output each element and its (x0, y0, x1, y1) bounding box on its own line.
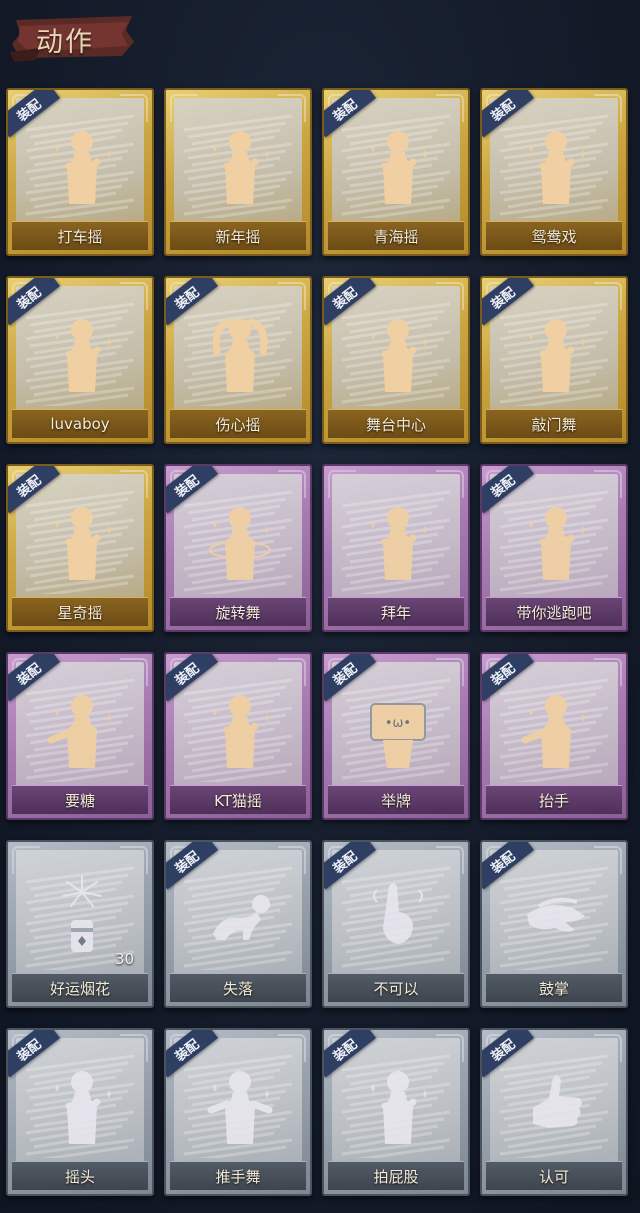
dance-figure-icon (361, 306, 435, 396)
firework-icon (45, 870, 119, 960)
dance-figure-icon (45, 494, 119, 584)
emote-label: 好运烟花 (12, 973, 148, 1002)
dance-figure-icon (203, 118, 277, 208)
dance-figure-icon (361, 1058, 435, 1148)
title-banner: 动作 (10, 12, 138, 62)
emote-label: 摇头 (12, 1161, 148, 1190)
finger-wag-icon (361, 870, 435, 960)
emote-card[interactable]: 装配 青海摇 (322, 88, 470, 256)
emote-label: 敲门舞 (486, 409, 622, 438)
reach-figure-icon (45, 682, 119, 772)
dance-figure-icon (361, 118, 435, 208)
page-title: 动作 (36, 27, 94, 58)
emote-card[interactable]: 装配 旋转舞 (164, 464, 312, 632)
emote-label: KT猫摇 (170, 785, 306, 814)
emote-card[interactable]: 30 好运烟花 (6, 840, 154, 1008)
spin-figure-icon (203, 494, 277, 584)
raise-hand-figure-icon (519, 682, 593, 772)
dance-figure-icon (519, 494, 593, 584)
shake-head-figure-icon (45, 1058, 119, 1148)
emote-card[interactable]: 装配 luvaboy (6, 276, 154, 444)
emote-card[interactable]: 装配 鼓掌 (480, 840, 628, 1008)
emote-label: 带你逃跑吧 (486, 597, 622, 626)
emote-label: 伤心摇 (170, 409, 306, 438)
emote-card[interactable]: 装配 伤心摇 (164, 276, 312, 444)
emote-label: 鼓掌 (486, 973, 622, 1002)
emote-label: 举牌 (328, 785, 464, 814)
dance-figure-icon (45, 118, 119, 208)
dance-figure-icon (519, 118, 593, 208)
dance-figure-icon (519, 306, 593, 396)
emote-label: luvaboy (12, 409, 148, 438)
thumbs-up-icon (519, 1058, 593, 1148)
emote-label: 认可 (486, 1161, 622, 1190)
emote-card[interactable]: 装配 鸳鸯戏 (480, 88, 628, 256)
emote-label: 新年摇 (170, 221, 306, 250)
emote-label: 星奇摇 (12, 597, 148, 626)
emote-card[interactable]: 新年摇 (164, 88, 312, 256)
emote-card[interactable]: 装配 星奇摇 (6, 464, 154, 632)
emote-label: 要糖 (12, 785, 148, 814)
emote-label: 舞台中心 (328, 409, 464, 438)
dance-figure-icon (45, 306, 119, 396)
item-count: 30 (114, 950, 134, 968)
sign-figure-icon: •ω• (361, 682, 435, 772)
emote-card[interactable]: 装配 KT猫摇 (164, 652, 312, 820)
crawl-figure-icon (203, 870, 277, 960)
emote-card[interactable]: 拜年 (322, 464, 470, 632)
emote-card[interactable]: 装配 舞台中心 (322, 276, 470, 444)
emote-label: 拜年 (328, 597, 464, 626)
emote-label: 推手舞 (170, 1161, 306, 1190)
heart-hands-figure-icon (203, 306, 277, 396)
svg-text:•ω•: •ω• (385, 716, 411, 731)
emote-card[interactable]: 装配 带你逃跑吧 (480, 464, 628, 632)
emote-label: 打车摇 (12, 221, 148, 250)
bow-figure-icon (361, 494, 435, 584)
emote-card[interactable]: 装配 打车摇 (6, 88, 154, 256)
dance-figure-icon (203, 682, 277, 772)
emote-label: 抬手 (486, 785, 622, 814)
emote-card[interactable]: 装配 推手舞 (164, 1028, 312, 1196)
emote-label: 不可以 (328, 973, 464, 1002)
emote-label: 鸳鸯戏 (486, 221, 622, 250)
emote-card[interactable]: 装配 抬手 (480, 652, 628, 820)
emote-card[interactable]: 装配 失落 (164, 840, 312, 1008)
emote-card[interactable]: 装配 认可 (480, 1028, 628, 1196)
emote-label: 失落 (170, 973, 306, 1002)
emote-card[interactable]: 装配 摇头 (6, 1028, 154, 1196)
emote-label: 旋转舞 (170, 597, 306, 626)
emote-label: 拍屁股 (328, 1161, 464, 1190)
emote-card[interactable]: 装配 拍屁股 (322, 1028, 470, 1196)
emote-card[interactable]: 装配 不可以 (322, 840, 470, 1008)
push-hands-figure-icon (203, 1058, 277, 1148)
emote-card[interactable]: 装配 要糖 (6, 652, 154, 820)
clap-hands-icon (519, 870, 593, 960)
emote-card[interactable]: •ω• 装配 举牌 (322, 652, 470, 820)
emote-label: 青海摇 (328, 221, 464, 250)
emote-card[interactable]: 装配 敲门舞 (480, 276, 628, 444)
